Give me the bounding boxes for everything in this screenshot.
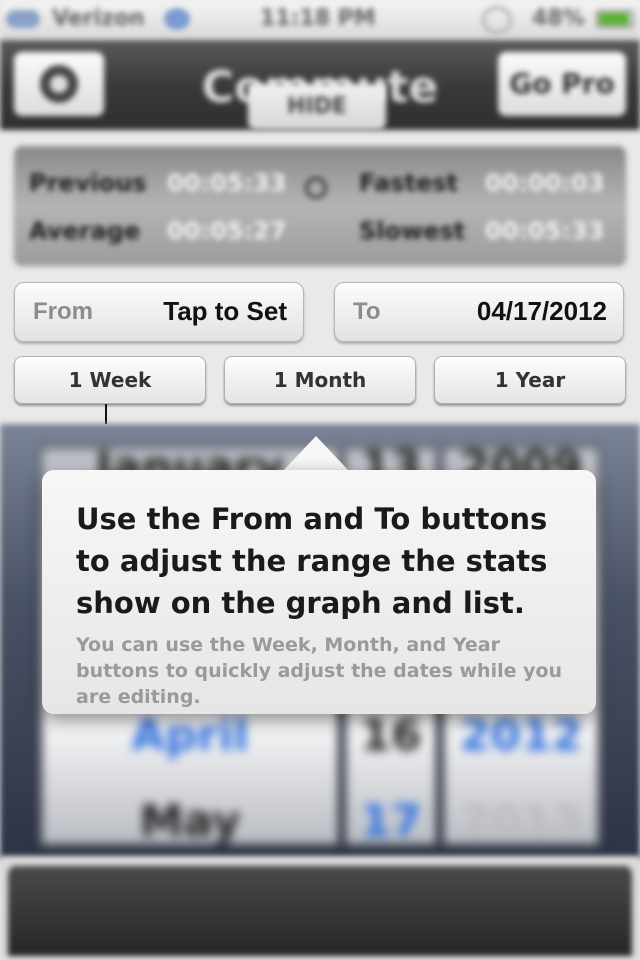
popover-headline: Use the From and To buttons to adjust th… <box>76 502 548 620</box>
average-label: Average <box>29 217 141 245</box>
to-date-button[interactable]: To 04/17/2012 <box>334 282 624 342</box>
stats-panel: Previous 00:05:33 Average 00:05:27 Faste… <box>14 146 626 266</box>
previous-label: Previous <box>29 169 147 197</box>
rotation-lock-icon <box>482 6 512 34</box>
status-time: 11:18 PM <box>260 6 376 31</box>
status-bar: Verizon 11:18 PM 48% <box>0 0 640 40</box>
day-option: 16 <box>360 710 422 761</box>
one-month-button[interactable]: 1 Month <box>224 356 416 404</box>
day-selected: 17 <box>360 796 422 847</box>
year-selected: 2012 <box>459 710 583 761</box>
from-date-button[interactable]: From Tap to Set <box>14 282 304 342</box>
hide-stats-button[interactable]: HIDE <box>248 84 386 130</box>
to-value: 04/17/2012 <box>476 296 607 326</box>
year-option: 2013 <box>459 796 583 847</box>
one-week-button[interactable]: 1 Week <box>14 356 206 404</box>
battery-percent: 48% <box>532 6 585 31</box>
from-label: From <box>33 298 93 325</box>
carrier-name: Verizon <box>52 6 145 31</box>
average-value: 00:05:27 <box>167 217 287 245</box>
battery-icon <box>596 10 634 28</box>
month-selected: April <box>131 710 249 761</box>
help-popover[interactable]: Use the From and To buttons to adjust th… <box>42 470 596 714</box>
fastest-label: Fastest <box>359 169 458 197</box>
to-label: To <box>353 298 381 325</box>
signal-icon <box>6 10 40 28</box>
slowest-value: 00:05:33 <box>485 217 605 245</box>
clock-icon <box>305 177 327 199</box>
fastest-value: 00:00:03 <box>485 169 605 197</box>
month-option: May <box>139 796 241 847</box>
popover-subtext: You can use the Week, Month, and Year bu… <box>76 634 563 708</box>
slowest-label: Slowest <box>359 217 466 245</box>
connector-line <box>105 404 107 424</box>
go-pro-button[interactable]: Go Pro <box>498 52 626 116</box>
popover-arrow <box>282 436 350 472</box>
from-value: Tap to Set <box>163 296 287 326</box>
wifi-icon <box>164 8 190 30</box>
toolbar-panel <box>8 866 632 956</box>
previous-value: 00:05:33 <box>167 169 287 197</box>
bottom-toolbar <box>0 856 640 960</box>
one-year-button[interactable]: 1 Year <box>434 356 626 404</box>
